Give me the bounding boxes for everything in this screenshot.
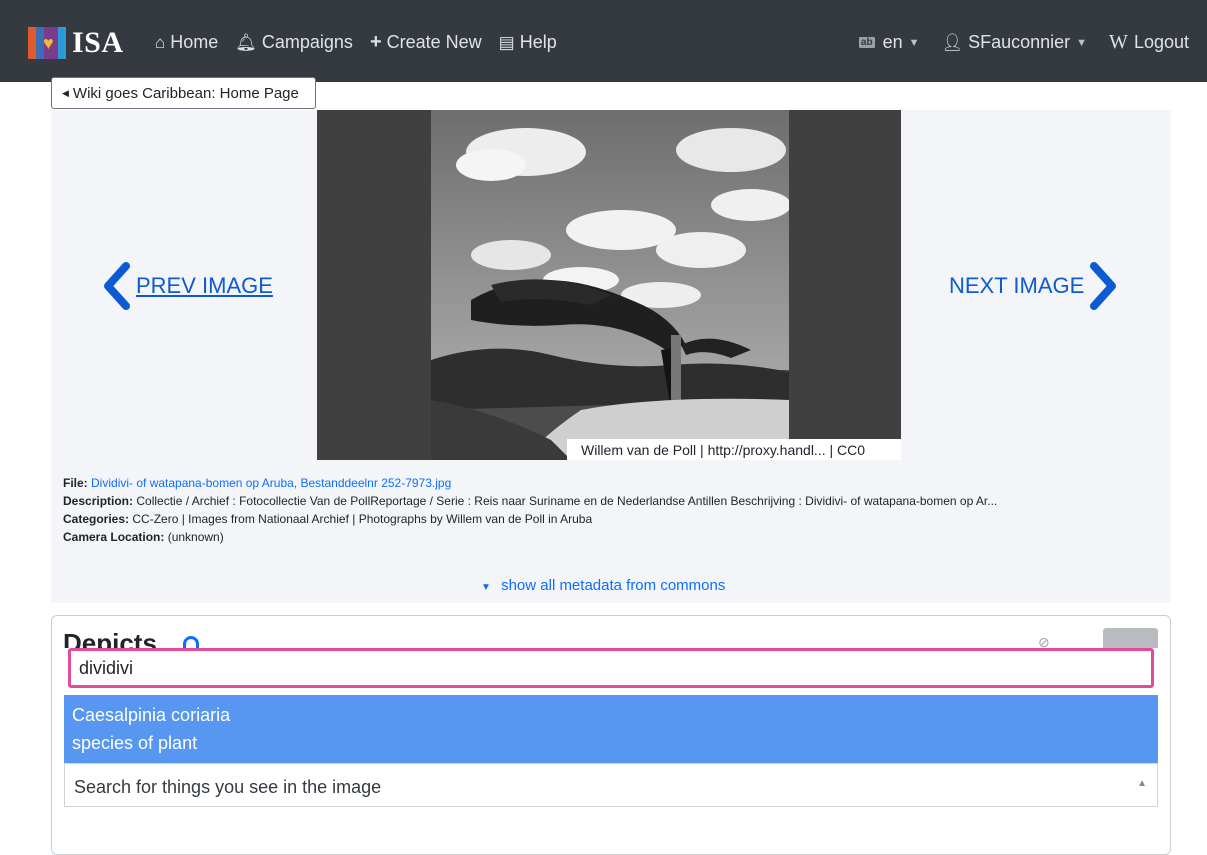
chevron-right-icon xyxy=(1090,262,1117,310)
brand-name: ISA xyxy=(72,26,124,59)
metadata-location-label: Camera Location: xyxy=(63,530,165,544)
nav-create-new[interactable]: + Create New xyxy=(370,31,482,54)
prev-image-label: PREV IMAGE xyxy=(136,273,273,298)
metadata-categories-label: Categories: xyxy=(63,512,130,526)
show-all-metadata-label: show all metadata from commons xyxy=(501,577,726,594)
image-metadata: File: Dividivi- of watapana-bomen op Aru… xyxy=(63,474,1163,546)
metadata-file-link[interactable]: Dividivi- of watapana-bomen op Aruba, Be… xyxy=(91,476,451,490)
metadata-categories-row: Categories: CC-Zero | Images from Nation… xyxy=(63,510,1163,528)
bell-icon: 🔔︎ xyxy=(235,32,257,52)
caret-down-icon: ▼ xyxy=(481,582,491,593)
metadata-file-row: File: Dividivi- of watapana-bomen op Aru… xyxy=(63,474,1163,492)
nav-user-menu: ab en ▼ 👤︎ SFauconnier ▼ W Logout xyxy=(837,31,1189,54)
help-icon[interactable] xyxy=(183,636,199,648)
logout-label: Logout xyxy=(1133,32,1189,52)
top-navbar: ♥ ISA ⌂ Home 🔔︎ Campaigns + Create New ▤… xyxy=(0,0,1207,82)
user-icon: 👤︎ xyxy=(941,32,964,52)
next-image-link[interactable]: NEXT IMAGE xyxy=(949,262,1120,310)
nav-help-label: Help xyxy=(519,32,557,52)
metadata-location-value: (unknown) xyxy=(167,530,224,544)
logout-link[interactable]: W Logout xyxy=(1109,31,1189,54)
next-image-label: NEXT IMAGE xyxy=(949,273,1085,298)
nav-home[interactable]: ⌂ Home xyxy=(155,31,218,54)
back-button-label: Wiki goes Caribbean: Home Page xyxy=(72,84,299,102)
language-icon: ab xyxy=(858,37,875,48)
wikipedia-icon: W xyxy=(1109,31,1128,53)
metadata-description-label: Description: xyxy=(63,494,134,508)
chevron-down-icon: ▼ xyxy=(908,36,920,49)
chevron-left-icon xyxy=(104,262,130,310)
user-name: SFauconnier xyxy=(968,32,1071,52)
prev-image-link[interactable]: PREV IMAGE xyxy=(100,262,273,310)
plus-icon: + xyxy=(369,31,382,53)
depicts-select[interactable]: Search for things you see in the image ▲ xyxy=(64,763,1158,807)
caret-left-icon: ◀ xyxy=(62,87,69,98)
caret-up-icon[interactable]: ▲ xyxy=(1137,778,1147,789)
clear-icon[interactable]: ⊘ xyxy=(1038,634,1050,648)
campaign-photo xyxy=(431,110,789,460)
image-credit-text: Willem van de Poll | http://proxy.handl.… xyxy=(581,441,866,458)
nav-home-label: Home xyxy=(170,32,219,52)
metadata-categories-value: CC-Zero | Images from Nationaal Archief … xyxy=(132,512,593,526)
depicts-title: Depicts xyxy=(63,628,157,648)
metadata-file-label: File: xyxy=(63,476,88,490)
save-button[interactable] xyxy=(1103,628,1158,648)
book-icon: ▤ xyxy=(498,32,515,52)
metadata-description-row: Description: Collectie / Archief : Fotoc… xyxy=(63,492,1163,510)
metadata-description-value: Collectie / Archief : Fotocollectie Van … xyxy=(136,494,998,508)
image-credit: Willem van de Poll | http://proxy.handl.… xyxy=(567,439,901,460)
nav-help[interactable]: ▤ Help xyxy=(499,31,557,54)
nav-campaigns-label: Campaigns xyxy=(261,32,353,52)
language-dropdown[interactable]: ab en ▼ xyxy=(858,31,920,54)
back-to-campaign-button[interactable]: ◀ Wiki goes Caribbean: Home Page xyxy=(51,77,316,109)
home-icon: ⌂ xyxy=(155,32,166,52)
suggestion-name: Caesalpinia coriaria xyxy=(72,705,231,725)
depicts-select-placeholder: Search for things you see in the image xyxy=(74,777,382,797)
brand-logo[interactable]: ♥ ISA xyxy=(28,26,124,59)
nav-menu: ⌂ Home 🔔︎ Campaigns + Create New ▤ Help xyxy=(155,31,574,54)
nav-create-new-label: Create New xyxy=(386,32,482,52)
metadata-location-row: Camera Location: (unknown) xyxy=(63,528,1163,546)
nav-campaigns[interactable]: 🔔︎ Campaigns xyxy=(235,31,353,54)
chevron-down-icon: ▼ xyxy=(1076,36,1088,49)
isa-logo-icon: ♥ xyxy=(28,27,66,59)
suggestion-description: species of plant xyxy=(72,733,198,753)
language-label: en xyxy=(882,32,903,52)
search-suggestion[interactable]: Caesalpinia coriaria species of plant xyxy=(64,695,1158,763)
user-dropdown[interactable]: 👤︎ SFauconnier ▼ xyxy=(942,31,1088,54)
show-all-metadata-toggle[interactable]: ▼ show all metadata from commons xyxy=(481,577,725,594)
depicts-search-input[interactable] xyxy=(68,648,1154,688)
